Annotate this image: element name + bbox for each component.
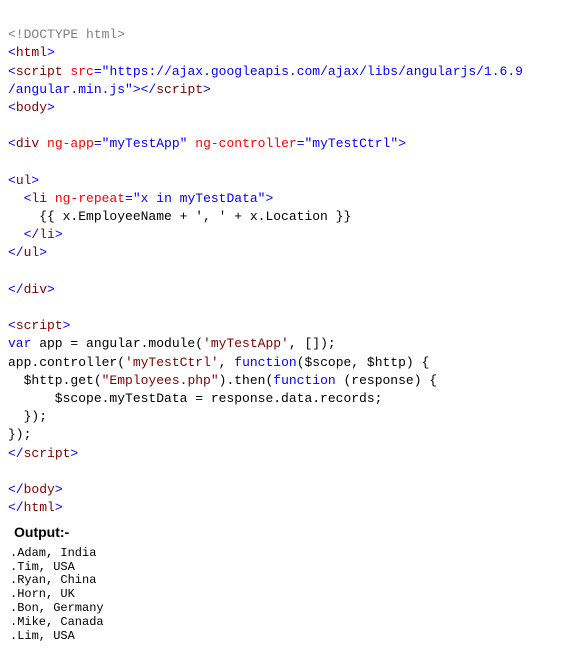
output-header: Output:- xyxy=(14,523,554,543)
output-list: .Adam, India .Tim, USA .Ryan, China .Hor… xyxy=(10,547,554,644)
output-item: .Ryan, China xyxy=(10,574,554,588)
output-item: .Lim, USA xyxy=(10,630,554,644)
output-item: .Tim, USA xyxy=(10,561,554,575)
output-item: .Bon, Germany xyxy=(10,602,554,616)
code-block: <!DOCTYPE html> <html> <script src="http… xyxy=(8,8,554,517)
output-item: .Horn, UK xyxy=(10,588,554,602)
doctype-line: <!DOCTYPE html> xyxy=(8,27,125,42)
output-item: .Adam, India xyxy=(10,547,554,561)
